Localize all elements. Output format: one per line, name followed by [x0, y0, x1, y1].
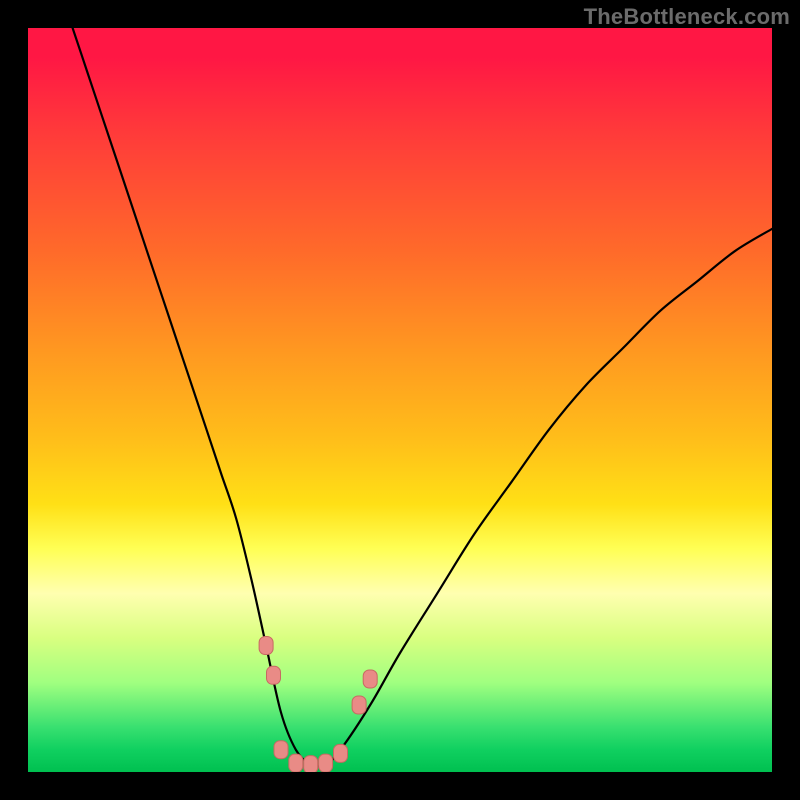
plot-area — [28, 28, 772, 772]
marker-point — [352, 696, 366, 714]
curve-svg — [28, 28, 772, 772]
marker-point — [319, 754, 333, 772]
watermark-text: TheBottleneck.com — [584, 4, 790, 30]
marker-point — [274, 741, 288, 759]
marker-point — [267, 666, 281, 684]
marker-layer — [259, 637, 377, 773]
chart-frame: TheBottleneck.com — [0, 0, 800, 800]
curve-layer — [73, 28, 772, 766]
marker-point — [289, 754, 303, 772]
marker-point — [334, 744, 348, 762]
marker-point — [259, 637, 273, 655]
bottleneck-curve — [73, 28, 772, 766]
marker-point — [304, 756, 318, 772]
marker-point — [363, 670, 377, 688]
